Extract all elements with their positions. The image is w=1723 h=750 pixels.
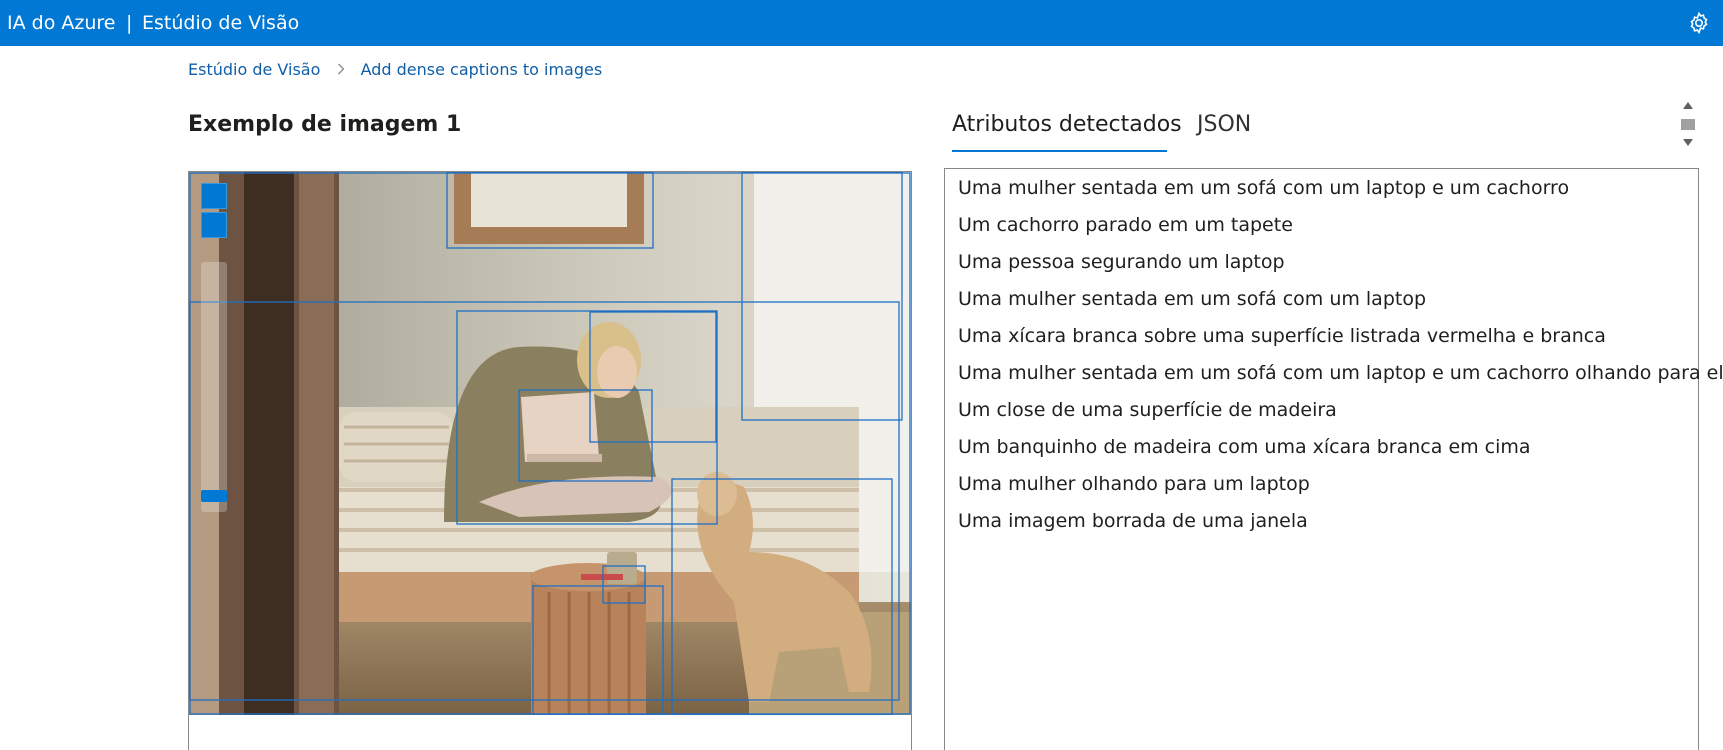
scroll-down-arrow-icon[interactable]	[1683, 139, 1693, 146]
caption-item[interactable]: Uma xícara branca sobre uma superfície l…	[958, 322, 1723, 359]
zoom-out-button[interactable]	[201, 212, 227, 238]
caption-item[interactable]: Um banquinho de madeira com uma xícara b…	[958, 433, 1723, 470]
gear-icon[interactable]	[1687, 11, 1711, 35]
caption-item[interactable]: Uma imagem borrada de uma janela	[958, 507, 1723, 544]
brand-name[interactable]: IA do Azure	[7, 0, 115, 46]
zoom-in-button[interactable]	[201, 183, 227, 209]
caption-item[interactable]: Uma mulher sentada em um sofá com um lap…	[958, 174, 1723, 211]
caption-item[interactable]: Uma pessoa segurando um laptop	[958, 248, 1723, 285]
tab-detected-attributes[interactable]: Atributos detectados	[952, 100, 1182, 152]
header-separator: |	[126, 12, 133, 34]
caption-item[interactable]: Uma mulher sentada em um sofá com um lap…	[958, 359, 1723, 396]
sample-image[interactable]	[189, 172, 911, 715]
scrollbar-thumb[interactable]	[1681, 119, 1695, 130]
caption-list: Uma mulher sentada em um sofá com um lap…	[958, 174, 1723, 544]
image-caption-area	[189, 715, 911, 750]
tab-json[interactable]: JSON	[1197, 100, 1251, 150]
scroll-up-arrow-icon[interactable]	[1683, 102, 1693, 109]
caption-item[interactable]: Um cachorro parado em um tapete	[958, 211, 1723, 248]
page-scrollbar[interactable]	[1680, 98, 1696, 150]
caption-item[interactable]: Uma mulher olhando para um laptop	[958, 470, 1723, 507]
chevron-right-icon	[337, 60, 345, 79]
caption-item[interactable]: Um close de uma superfície de madeira	[958, 396, 1723, 433]
breadcrumb: Estúdio de Visão Add dense captions to i…	[188, 59, 602, 79]
caption-item[interactable]: Uma mulher sentada em um sofá com um lap…	[958, 285, 1723, 322]
tab-detected-attributes-label: Atributos detectados	[952, 112, 1182, 137]
zoom-slider-thumb[interactable]	[201, 490, 227, 502]
breadcrumb-home-link[interactable]: Estúdio de Visão	[188, 60, 320, 79]
sample-image-title: Exemplo de imagem 1	[188, 112, 462, 137]
top-bar: IA do Azure | Estúdio de Visão	[0, 0, 1723, 46]
breadcrumb-current-link[interactable]: Add dense captions to images	[361, 60, 603, 79]
zoom-in-icon	[208, 190, 220, 202]
active-tab-indicator	[952, 150, 1167, 152]
zoom-out-icon	[208, 224, 220, 226]
product-name[interactable]: Estúdio de Visão	[142, 0, 299, 46]
zoom-slider-track[interactable]	[201, 262, 227, 512]
tab-json-label: JSON	[1197, 112, 1252, 137]
